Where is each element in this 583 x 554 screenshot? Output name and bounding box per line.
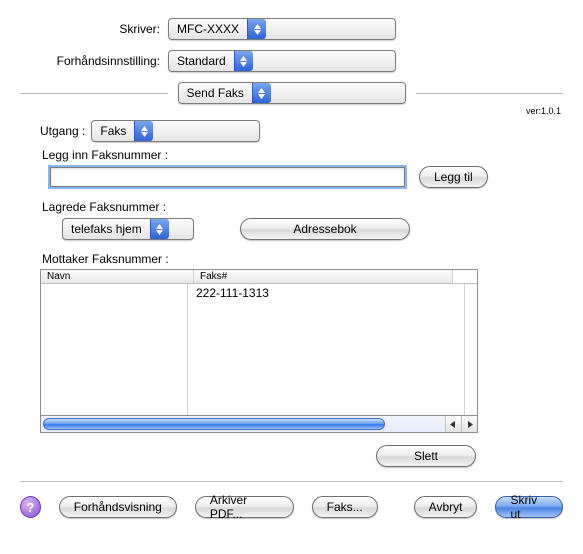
col-header-name[interactable]: Navn [41,270,194,283]
stored-fax-popup[interactable]: telefaks hjem [62,218,194,240]
scroll-thumb[interactable] [43,418,385,430]
divider [20,93,168,94]
updown-icon [134,121,153,141]
cancel-button[interactable]: Avbryt [414,496,478,518]
output-popup[interactable]: Faks [91,120,260,142]
scroll-right-icon[interactable] [461,416,477,432]
divider [20,481,563,482]
preset-popup[interactable]: Standard [168,50,396,72]
printer-value: MFC-XXXX [169,22,247,36]
preset-value: Standard [169,54,234,68]
panel-value: Send Faks [179,86,252,100]
enter-fax-label: Legg inn Faksnummer : [42,148,541,162]
col-fax-cells: 222-111-1313 [188,284,464,415]
updown-icon [252,83,271,103]
hscrollbar[interactable] [40,416,478,433]
dest-label: Mottaker Faksnummer : [42,252,541,266]
fax-button[interactable]: Faks... [312,496,378,518]
vscroll-gutter [464,284,477,415]
updown-icon [150,219,169,239]
preset-label: Forhåndsinnstilling: [0,54,168,68]
save-pdf-button[interactable]: Arkiver PDF... [195,496,294,518]
fax-number-input[interactable] [50,167,405,187]
scroll-left-icon[interactable] [445,416,461,432]
version-label: ver:1.0.1 [0,106,561,116]
col-name-cells [41,284,188,415]
stored-fax-value: telefaks hjem [63,222,150,236]
printer-popup[interactable]: MFC-XXXX [168,18,396,40]
col-header-corner [453,270,477,283]
updown-icon [234,51,253,71]
dest-table[interactable]: Navn Faks# 222-111-1313 [40,269,478,416]
add-button[interactable]: Legg til [419,166,488,188]
output-value: Faks [92,124,134,138]
stored-fax-label: Lagrede Faksnummer : [42,200,541,214]
col-header-fax[interactable]: Faks# [194,270,453,283]
preview-button[interactable]: Forhåndsvisning [59,496,177,518]
delete-button[interactable]: Slett [376,445,476,467]
printer-label: Skriver: [0,22,168,36]
panel-popup[interactable]: Send Faks [178,82,406,104]
divider [416,93,564,94]
output-label: Utgang : [40,124,85,138]
help-icon[interactable]: ? [20,496,41,518]
table-row[interactable]: 222-111-1313 [196,286,456,300]
print-button[interactable]: Skriv ut [495,496,563,518]
addressbook-button[interactable]: Adressebok [240,218,410,240]
updown-icon [247,19,266,39]
